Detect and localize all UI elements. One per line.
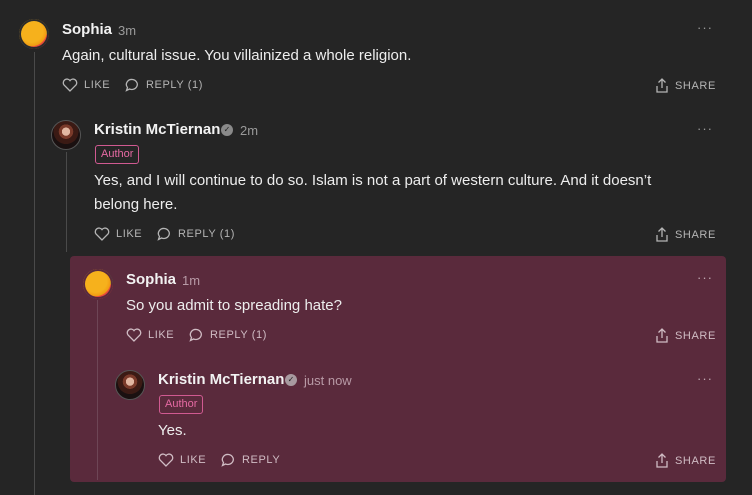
share-button[interactable]: SHARE (655, 78, 716, 93)
heart-icon (126, 328, 142, 342)
comment-text: Yes, and I will continue to do so. Islam… (94, 172, 652, 189)
comment-text: So you admit to spreading hate? (126, 297, 342, 314)
reply-button[interactable]: REPLY (1) (125, 78, 203, 92)
more-options-icon[interactable]: ··· (697, 270, 713, 285)
avatar[interactable] (51, 120, 81, 150)
comment-bubble-icon (221, 453, 234, 467)
highlighted-thread-panel (70, 256, 726, 482)
author-badge: Author (95, 145, 140, 164)
share-label: SHARE (675, 228, 716, 241)
author-badge: Author (159, 395, 204, 414)
like-label: LIKE (180, 454, 207, 466)
like-button[interactable]: LIKE (62, 78, 110, 92)
more-options-icon[interactable]: ··· (697, 371, 713, 386)
reply-label: REPLY (1) (210, 329, 267, 341)
share-icon (656, 328, 668, 343)
avatar[interactable] (115, 370, 145, 400)
comment-text: belong here. (94, 196, 178, 213)
thread-line (97, 300, 98, 480)
share-label: SHARE (675, 79, 716, 92)
comment-time: 1m (182, 273, 201, 288)
comment-time: 2m (240, 123, 259, 138)
thread-line (66, 152, 67, 252)
comment-text: Yes. (158, 422, 187, 439)
like-label: LIKE (116, 228, 143, 240)
more-options-icon[interactable]: ··· (697, 121, 713, 136)
comment-author[interactable]: Kristin McTiernan (158, 371, 284, 388)
thread-line (34, 52, 35, 495)
comment-text: Again, cultural issue. You villainized a… (62, 47, 412, 64)
comment-time: just now (304, 373, 352, 388)
share-button[interactable]: SHARE (655, 227, 716, 242)
comment-author[interactable]: Sophia (126, 271, 176, 288)
reply-label: REPLY (1) (178, 228, 235, 240)
comment-time: 3m (118, 23, 137, 38)
reply-label: REPLY (242, 454, 281, 466)
more-options-icon[interactable]: ··· (697, 20, 713, 35)
share-icon (656, 78, 668, 93)
like-button[interactable]: LIKE (158, 453, 206, 467)
comment-bubble-icon (189, 328, 202, 342)
avatar[interactable] (83, 269, 113, 299)
like-button[interactable]: LIKE (94, 227, 142, 241)
share-icon (656, 227, 668, 242)
reply-button[interactable]: REPLY (221, 453, 280, 467)
heart-icon (62, 78, 78, 92)
avatar[interactable] (19, 19, 49, 49)
like-label: LIKE (148, 329, 175, 341)
heart-icon (94, 227, 110, 241)
share-icon (656, 453, 668, 468)
reply-button[interactable]: REPLY (1) (189, 328, 267, 342)
share-button[interactable]: SHARE (655, 453, 716, 468)
comment-bubble-icon (157, 227, 170, 241)
comment-bubble-icon (125, 78, 138, 92)
share-button[interactable]: SHARE (655, 328, 716, 343)
reply-label: REPLY (1) (146, 79, 203, 91)
comment-author[interactable]: Sophia (62, 21, 112, 38)
comment-author[interactable]: Kristin McTiernan (94, 121, 220, 138)
share-label: SHARE (675, 454, 716, 467)
reply-button[interactable]: REPLY (1) (157, 227, 235, 241)
like-button[interactable]: LIKE (126, 328, 174, 342)
like-label: LIKE (84, 79, 111, 91)
heart-icon (158, 453, 174, 467)
verified-icon: ✓ (285, 374, 297, 386)
share-label: SHARE (675, 329, 716, 342)
verified-icon: ✓ (221, 124, 233, 136)
